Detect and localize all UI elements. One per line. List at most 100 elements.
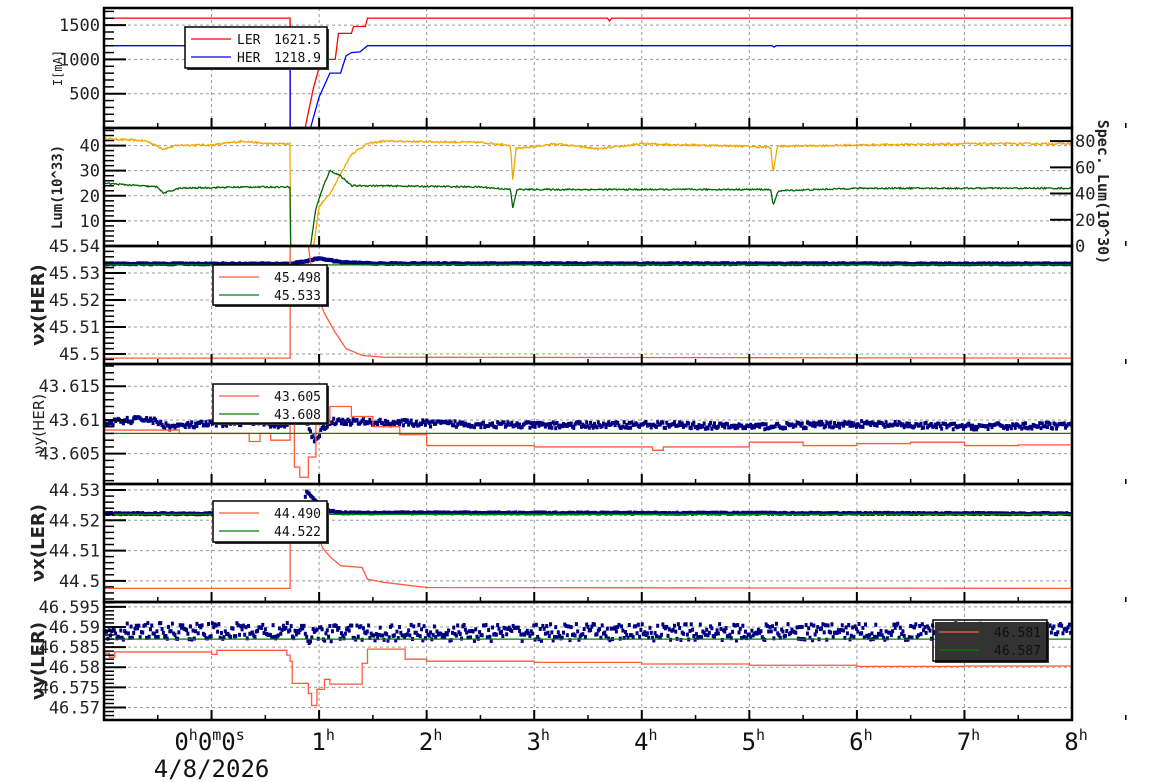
data-point [783,426,787,431]
data-point [409,418,413,423]
data-point [901,629,905,634]
data-point [860,419,864,424]
data-point [127,631,131,636]
data-point [857,622,861,627]
data-point [567,624,571,629]
legend-entry-value: 44.522 [274,525,321,540]
data-point [528,633,532,638]
data-point [1013,425,1017,430]
data-point [356,634,360,639]
data-point [823,424,827,429]
data-point [916,633,920,638]
data-point [831,425,835,430]
data-point [554,426,558,431]
data-point [645,631,649,636]
data-point [487,628,491,633]
data-point [422,624,426,629]
data-point [167,624,171,629]
data-point [672,623,676,628]
data-point [293,628,297,633]
data-point [528,425,532,430]
data-point [574,622,578,627]
data-point [214,623,218,628]
data-point [505,632,509,637]
data-point [186,420,190,425]
data-point [733,623,737,628]
data-point [583,635,587,640]
data-point [842,628,846,633]
data-point [309,429,313,434]
data-point [821,622,825,627]
data-point [874,622,878,627]
data-point [556,630,560,635]
right-y-axis-label: Spec. Lum(10^30) [1094,120,1112,265]
data-point [986,426,990,431]
data-point [800,624,804,629]
data-point [412,624,416,629]
data-point [155,629,159,634]
data-point [698,622,702,627]
data-point [425,629,429,634]
data-point [863,622,867,627]
data-point [534,622,538,627]
data-point [586,624,590,629]
x-tick-label: 8h [1064,726,1087,756]
data-point [382,637,386,642]
data-point [923,625,927,630]
data-point [598,627,602,632]
data-point [414,419,418,424]
data-point [148,627,152,632]
data-point [502,420,506,425]
data-point [549,421,553,426]
data-point [569,625,573,630]
data-point [423,422,427,427]
data-point [325,628,329,633]
y-tick-label: 45.51 [49,318,100,338]
data-point [497,626,501,631]
data-point [712,421,716,426]
data-point [474,627,478,632]
data-point [401,423,405,428]
data-point [194,629,198,634]
data-point [328,624,332,629]
data-point [861,625,865,630]
data-point [454,633,458,638]
data-point [209,634,213,639]
data-point [583,424,587,429]
data-point [707,630,711,635]
data-point [605,626,609,631]
data-point [565,633,569,638]
data-point [236,623,240,628]
data-point [515,421,519,426]
data-point [728,632,732,637]
data-point [1067,622,1071,627]
data-point [329,639,333,644]
data-point [418,634,422,639]
data-point [587,425,591,430]
data-point [376,422,380,427]
y-tick-label: 44.51 [49,542,100,562]
data-point [883,637,887,642]
legend-nuy-ler: 46.581 46.587 [932,619,1049,663]
data-point [867,633,871,638]
data-point [617,622,621,627]
data-point [496,623,500,628]
data-point [861,424,865,429]
data-point [870,631,874,636]
data-point [200,623,204,628]
data-point [337,626,341,631]
data-point [577,637,581,642]
data-point [714,632,718,637]
data-point [595,632,599,637]
data-point [666,633,670,638]
data-point [191,628,195,633]
data-point [1024,421,1028,426]
data-point [159,621,163,626]
data-point [500,629,504,634]
data-point [680,421,684,426]
data-point [603,630,607,635]
data-point [678,625,682,630]
data-point [600,623,604,628]
data-point [685,632,689,637]
data-point [181,623,185,628]
